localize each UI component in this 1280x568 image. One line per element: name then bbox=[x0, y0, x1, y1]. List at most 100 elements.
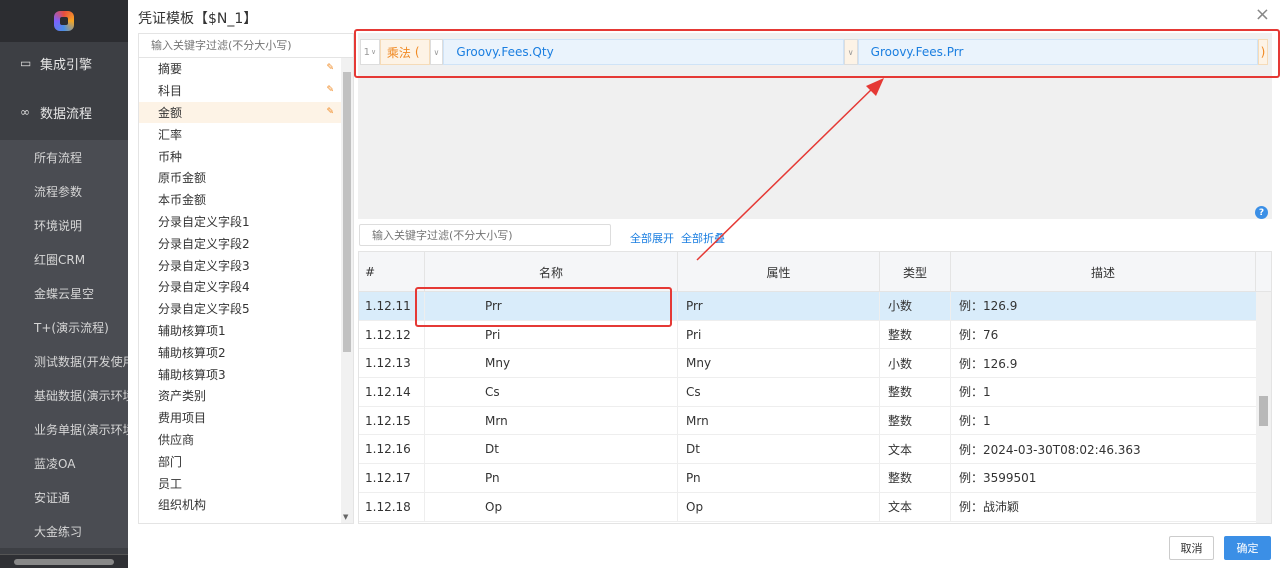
field-list-item[interactable]: 分录自定义字段2 bbox=[139, 232, 342, 254]
table-row[interactable]: 1.12.13 Mny Mny 小数 例：126.9 bbox=[359, 349, 1256, 379]
column-header-attr[interactable]: 属性 bbox=[678, 252, 880, 292]
sidebar-item[interactable]: T+(演示流程) bbox=[0, 310, 128, 344]
sidebar-item[interactable]: 测试数据(开发使用 bbox=[0, 344, 128, 378]
column-header-type[interactable]: 类型 bbox=[880, 252, 951, 292]
field-item-label: 分录自定义字段5 bbox=[158, 302, 250, 317]
field-list-item[interactable]: 供应商 bbox=[139, 429, 342, 451]
row-attr: Pri bbox=[678, 320, 880, 349]
sidebar-item[interactable]: 所有流程 bbox=[0, 140, 128, 174]
field-item-label: 部门 bbox=[158, 454, 183, 469]
field-list-item[interactable]: 辅助核算项1 bbox=[139, 320, 342, 342]
edit-icon[interactable]: ✎ bbox=[326, 63, 334, 73]
field-list-item[interactable]: 分录自定义字段4 bbox=[139, 276, 342, 298]
logo-icon bbox=[54, 11, 74, 31]
table-row[interactable]: 1.12.18 Op Op 文本 例：战沛颖 bbox=[359, 492, 1256, 522]
sidebar-item[interactable]: 环境说明 bbox=[0, 208, 128, 242]
scrollbar-thumb[interactable] bbox=[14, 559, 114, 565]
field-item-label: 分录自定义字段2 bbox=[158, 236, 250, 251]
expand-all-link[interactable]: 全部展开 bbox=[630, 230, 674, 246]
field-list-item[interactable]: 原币金额 bbox=[139, 167, 342, 189]
tree-search-input[interactable] bbox=[359, 224, 611, 246]
close-paren: ) bbox=[1258, 39, 1268, 65]
operand-2[interactable]: Groovy.Fees.Prr bbox=[857, 39, 1259, 65]
table-scrollbar[interactable] bbox=[1256, 292, 1271, 523]
sidebar-item[interactable]: 大金练习 bbox=[0, 514, 128, 548]
field-list-item[interactable]: 辅助核算项3 bbox=[139, 363, 342, 385]
field-list-item[interactable]: 组织机构 bbox=[139, 494, 342, 516]
row-attr: Mny bbox=[678, 349, 880, 378]
field-list-item[interactable]: 币种 bbox=[139, 145, 342, 167]
table-row[interactable]: 1.12.16 Dt Dt 文本 例：2024-03-30T08:02:46.363 bbox=[359, 435, 1256, 465]
table-row[interactable]: 1.12.14 Cs Cs 整数 例：1 bbox=[359, 378, 1256, 407]
table-row[interactable]: 1.12.15 Mrn Mrn 整数 例：1 bbox=[359, 406, 1256, 436]
sidebar-item[interactable]: 蓝凌OA bbox=[0, 446, 128, 480]
collapse-all-link[interactable]: 全部折叠 bbox=[681, 230, 725, 246]
sidebar-group-label: 集成引擎 bbox=[40, 57, 93, 73]
field-list-item[interactable]: 资产类别 bbox=[139, 385, 342, 407]
chevron-down-icon[interactable]: ∨ bbox=[843, 39, 858, 65]
monitor-icon: ▭ bbox=[20, 56, 32, 70]
sidebar-item[interactable]: 业务单据(演示环境 bbox=[0, 412, 128, 446]
field-list-item[interactable]: 分录自定义字段1 bbox=[139, 211, 342, 233]
sidebar-item[interactable]: 金蝶云星空 bbox=[0, 276, 128, 310]
sidebar-submenu: 所有流程 流程参数 环境说明 红圈CRM 金蝶云星空 T+(演示流程) 测试数据… bbox=[0, 140, 128, 548]
operator-chip[interactable]: 乘法 ( bbox=[379, 39, 430, 65]
field-list-item[interactable]: ... bbox=[139, 516, 342, 523]
field-list-item[interactable]: 本币金额 bbox=[139, 189, 342, 211]
field-item-label: 分录自定义字段1 bbox=[158, 214, 250, 229]
field-list-item[interactable]: 汇率 bbox=[139, 123, 342, 145]
row-type: 整数 bbox=[880, 378, 951, 406]
table-row[interactable]: 1.12.12 Pri Pri 整数 例：76 bbox=[359, 320, 1256, 350]
scrollbar-thumb[interactable] bbox=[343, 72, 351, 352]
column-header-name[interactable]: 名称 bbox=[425, 252, 678, 292]
row-attr: Op bbox=[678, 492, 880, 521]
cancel-button[interactable]: 取消 bbox=[1169, 536, 1214, 560]
sidebar-item[interactable]: 流程参数 bbox=[0, 174, 128, 208]
sidebar-item[interactable]: 基础数据(演示环境 bbox=[0, 378, 128, 412]
field-list-item[interactable]: 费用项目 bbox=[139, 407, 342, 429]
field-list-item[interactable]: 部门 bbox=[139, 450, 342, 472]
field-list-item[interactable]: 员工 bbox=[139, 472, 342, 494]
row-desc: 例：126.9 bbox=[959, 299, 1018, 314]
column-header-desc[interactable]: 描述 bbox=[951, 252, 1256, 292]
table-header: # 名称 属性 类型 描述 bbox=[359, 252, 1271, 292]
field-search-input[interactable] bbox=[139, 34, 353, 58]
field-list-item[interactable]: 分录自定义字段5 bbox=[139, 298, 342, 320]
sidebar-group-dataflow[interactable]: ∞ 数据流程 bbox=[0, 84, 128, 140]
expression-row: 1 ∨ 乘法 ( ∨ Groovy.Fees.Qty ∨ Groovy.Fees.… bbox=[360, 37, 1268, 67]
app-logo[interactable] bbox=[0, 0, 128, 42]
field-item-label: ... bbox=[158, 520, 169, 523]
field-item-label: 本币金额 bbox=[158, 193, 207, 208]
row-type: 整数 bbox=[880, 464, 951, 492]
column-header-index[interactable]: # bbox=[359, 252, 425, 292]
field-list-scrollbar[interactable]: ▼ bbox=[341, 58, 353, 523]
field-item-label: 摘要 bbox=[158, 62, 183, 77]
scroll-down-icon[interactable]: ▼ bbox=[343, 513, 348, 521]
help-icon[interactable]: ? bbox=[1255, 206, 1268, 219]
sidebar-item[interactable]: 安证通 bbox=[0, 480, 128, 514]
sidebar-hscrollbar[interactable] bbox=[0, 554, 128, 568]
chevron-down-icon[interactable]: ∨ bbox=[429, 39, 444, 65]
ok-button[interactable]: 确定 bbox=[1224, 536, 1271, 560]
sidebar-group-integration[interactable]: ▭ 集成引擎 bbox=[0, 42, 128, 84]
line-number: 1 ∨ bbox=[360, 39, 380, 65]
table-row[interactable]: 1.12.11 Prr Prr 小数 例：126.9 bbox=[359, 292, 1256, 321]
row-attr: Mrn bbox=[678, 406, 880, 435]
table-row[interactable]: 1.12.17 Pn Pn 整数 例：3599501 bbox=[359, 464, 1256, 493]
operand-1[interactable]: Groovy.Fees.Qty bbox=[443, 39, 844, 65]
edit-icon[interactable]: ✎ bbox=[326, 107, 334, 117]
field-item-label: 辅助核算项1 bbox=[158, 323, 226, 338]
field-list-item[interactable]: 分录自定义字段3 bbox=[139, 254, 342, 276]
field-list-item[interactable]: 辅助核算项2 bbox=[139, 341, 342, 363]
sidebar-item[interactable]: 红圈CRM bbox=[0, 242, 128, 276]
field-list-item[interactable]: 金额 ✎ bbox=[139, 101, 342, 124]
close-icon[interactable]: × bbox=[1255, 4, 1270, 25]
field-list-item[interactable]: 摘要 ✎ bbox=[139, 58, 342, 80]
row-type: 文本 bbox=[880, 435, 951, 464]
row-index: 1.12.12 bbox=[359, 320, 425, 349]
edit-icon[interactable]: ✎ bbox=[326, 85, 334, 95]
scrollbar-thumb[interactable] bbox=[1259, 396, 1268, 426]
field-item-label: 科目 bbox=[158, 84, 183, 99]
field-item-label: 费用项目 bbox=[158, 411, 207, 426]
field-list-item[interactable]: 科目 ✎ bbox=[139, 80, 342, 102]
